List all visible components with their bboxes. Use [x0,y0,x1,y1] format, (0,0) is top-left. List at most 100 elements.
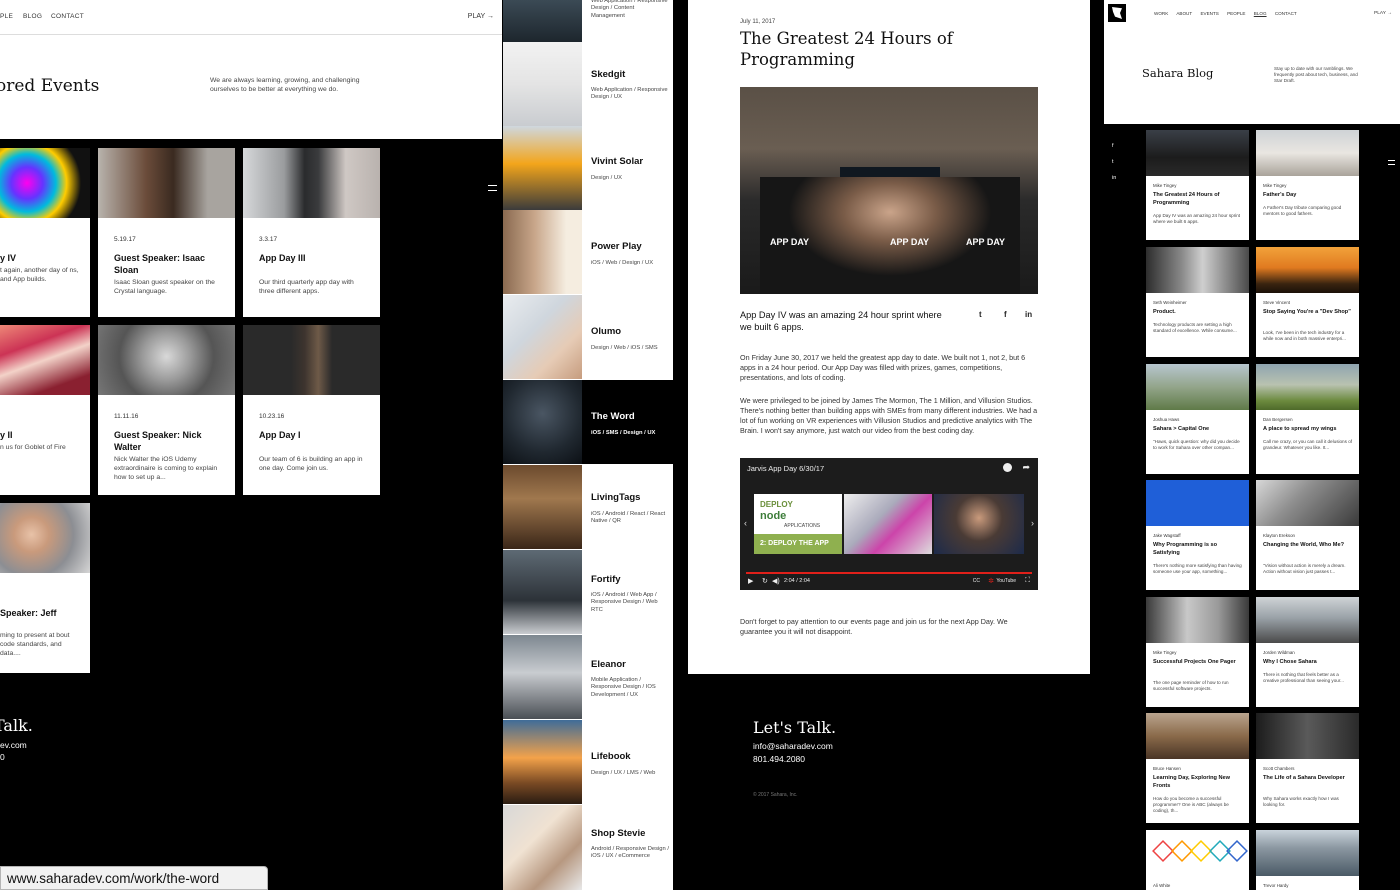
event-title: y IV [0,253,17,263]
menu-toggle-icon[interactable] [488,185,497,191]
event-desc: Our team of 6 is building an app in one … [259,456,363,472]
blog-desc: "Vision without action is merely a dream… [1263,563,1346,575]
contact-email[interactable]: ev.com [0,740,27,750]
share-icon[interactable]: ➦ [1022,462,1030,473]
blog-card[interactable]: Dan Bergersen A place to spread my wings… [1256,364,1359,474]
event-image [0,148,90,218]
post-lead: App Day IV was an amazing 24 hour sprint… [740,310,942,332]
nav-blog[interactable]: BLOG [23,13,42,20]
prev-icon[interactable]: ‹ [744,518,747,528]
shirt-text: APP DAY [966,237,1006,247]
blog-card[interactable]: Joshua Haws Sahara > Capital One "Haws, … [1146,364,1249,474]
work-title: Lifebook [591,751,631,762]
work-item[interactable]: Skedgit Web Application / Responsive Des… [503,42,673,126]
next-icon[interactable]: › [1031,518,1034,528]
video-player[interactable]: Jarvis App Day 6/30/17 ➦ ‹ › DEPLOY node… [740,458,1038,590]
blog-card[interactable]: Mike Tingey Successful Projects One Page… [1146,597,1249,707]
replay-icon[interactable]: ↻ [762,577,768,585]
event-card[interactable]: 3.3.17 App Day III Our third quarterly a… [243,148,380,317]
video-time: 2:04 / 2:04 [784,578,810,584]
nav-work[interactable]: WORK [1154,11,1168,16]
work-subtitle: Web Application / Responsive Design / UX [591,87,668,101]
contact-email[interactable]: info@saharadev.com [753,741,833,751]
blog-card[interactable]: Scott Chambers The Life of a Sahara Deve… [1256,713,1359,823]
fullscreen-icon[interactable]: ⛶ [1025,577,1030,585]
arrow-right-icon: → [1387,11,1392,16]
nav-people[interactable]: PLE [0,13,13,20]
watch-later-icon[interactable] [1003,463,1012,472]
twitter-icon[interactable]: t [979,310,982,319]
blog-image [1146,713,1249,759]
work-item[interactable]: LivingTags iOS / Android / React / React… [503,465,673,549]
event-card[interactable]: Speaker: Jeff ming to present at bout co… [0,503,90,673]
lets-talk-heading: Talk. [0,716,33,735]
play-link[interactable]: PLAY → [468,13,494,20]
work-item[interactable]: Power Play iOS / Web / Design / UX [503,210,673,294]
blog-title: A place to spread my wings [1263,426,1337,432]
work-item[interactable]: Shop Stevie Android / Responsive Design … [503,805,673,890]
blog-author: Seth Weinheimer [1153,300,1187,305]
event-card[interactable]: 11.11.16 Guest Speaker: Nick Walter Nick… [98,325,235,495]
contact-phone[interactable]: 0 [0,752,5,762]
work-item[interactable]: Lifebook Design / UX / LMS / Web [503,720,673,804]
work-thumbnail [503,720,582,804]
blog-card[interactable]: Klayton Erekson Changing the World, Who … [1256,480,1359,590]
work-title: LivingTags [591,492,641,503]
settings-icon[interactable]: ✲ [988,577,994,585]
nav-people[interactable]: PEOPLE [1227,11,1245,16]
event-image [98,148,235,218]
event-title: Guest Speaker: Isaac Sloan [114,253,206,275]
blog-title: Why I Chose Sahara [1263,659,1317,665]
youtube-logo[interactable]: YouTube [996,578,1016,584]
work-item[interactable]: Web Application / Responsive Design / Co… [503,0,673,42]
blog-card[interactable]: Mike Tingey The Greatest 24 Hours of Pro… [1146,130,1249,240]
nav-blog[interactable]: BLOG [1254,11,1267,16]
linkedin-icon[interactable]: in [1112,175,1116,181]
work-item-active[interactable]: The Word iOS / SMS / Design / UX [503,380,673,464]
work-thumbnail [503,465,582,549]
slide-node: node [760,510,787,522]
facebook-icon[interactable]: f [1004,310,1007,319]
blog-title: The Greatest 24 Hours of Programming [1153,192,1220,206]
play-link[interactable]: PLAY → [1374,11,1392,16]
blog-title: Product. [1153,309,1176,315]
post-paragraph: We were privileged to be joined by James… [740,396,1038,435]
cc-icon[interactable]: CC [973,578,980,584]
progress-bar[interactable] [746,572,1032,574]
event-card[interactable]: y II n us for Goblet of Fire [0,325,90,495]
arrow-right-icon: → [487,13,494,20]
work-item[interactable]: Fortify iOS / Android / Web App / Respon… [503,550,673,634]
blog-card[interactable]: Ali White [1146,830,1249,890]
nav-events[interactable]: EVENTS [1200,11,1218,16]
nav-contact[interactable]: CONTACT [51,13,84,20]
blog-author: Bruce Hansen [1153,766,1181,771]
event-card[interactable]: 10.23.16 App Day I Our team of 6 is buil… [243,325,380,495]
nav-contact[interactable]: CONTACT [1275,11,1297,16]
blog-card[interactable]: Bruce Hansen Learning Day, Exploring New… [1146,713,1249,823]
facebook-icon[interactable]: f [1112,143,1114,149]
blog-card[interactable]: Mike Tingey Father's Day A Father's Day … [1256,130,1359,240]
event-card[interactable]: y IV t again, another day of ns, and App… [0,148,90,317]
events-nav: PLE [0,13,25,20]
menu-toggle-icon[interactable] [1388,160,1395,165]
nav-about[interactable]: ABOUT [1176,11,1192,16]
volume-icon[interactable]: ◀) [772,577,780,585]
blog-desc: The one page reminder of how to run succ… [1153,680,1229,692]
work-item[interactable]: Vivint Solar Design / UX [503,126,673,210]
event-card[interactable]: 5.19.17 Guest Speaker: Isaac Sloan Isaac… [98,148,235,317]
event-date: 11.11.16 [114,413,139,420]
twitter-icon[interactable]: t [1112,159,1114,165]
event-image [243,325,380,395]
play-icon[interactable]: ▶ [748,577,753,585]
blog-card[interactable]: Trevor Hardy [1256,830,1359,890]
blog-card[interactable]: Steve Vincent Stop Saying You're a "Dev … [1256,247,1359,357]
work-item[interactable]: Olumo Design / Web / iOS / SMS [503,295,673,379]
blog-card[interactable]: Seth Weinheimer Product. Technology prod… [1146,247,1249,357]
sahara-logo[interactable] [1108,4,1126,22]
contact-phone[interactable]: 801.494.2080 [753,754,805,764]
linkedin-icon[interactable]: in [1025,310,1032,319]
blog-card[interactable]: Jorden Wildman Why I Chose Sahara There … [1256,597,1359,707]
blog-card[interactable]: Jake Wagstaff Why Programming is so Sati… [1146,480,1249,590]
work-item[interactable]: Eleanor Mobile Application / Responsive … [503,635,673,719]
event-desc: Our third quarterly app day with three d… [259,279,354,295]
